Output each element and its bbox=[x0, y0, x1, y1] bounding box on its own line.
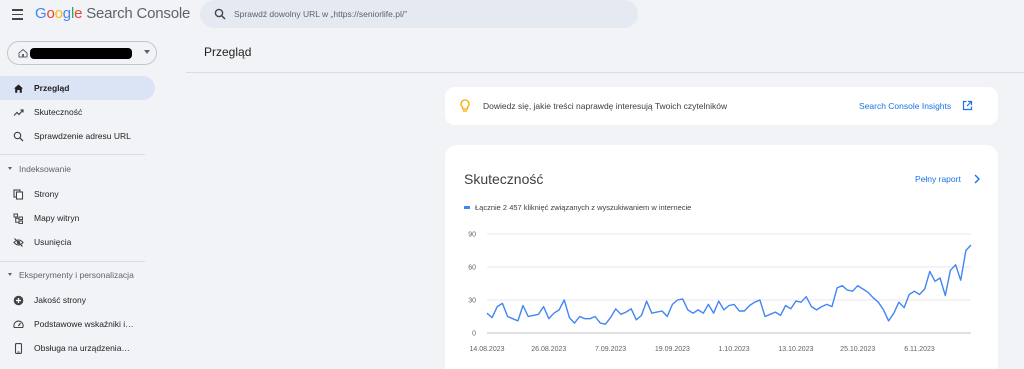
performance-title: Skuteczność bbox=[464, 171, 544, 187]
performance-card: Skuteczność Pełny raport Łącznie 2 457 k… bbox=[445, 145, 998, 369]
x-tick-label: 7.09.2023 bbox=[595, 346, 626, 353]
insights-message: Dowiedz się, jakie treści naprawdę inter… bbox=[483, 101, 728, 111]
sidebar-item-sitemaps[interactable]: Mapy witryn bbox=[0, 206, 155, 230]
sitemap-icon bbox=[13, 213, 23, 224]
sidebar-item-core-web-vitals[interactable]: Podstawowe wskaźniki i… bbox=[0, 312, 155, 336]
series-line-clicks bbox=[486, 244, 972, 325]
insights-card: Dowiedz się, jakie treści naprawdę inter… bbox=[445, 87, 998, 125]
y-tick-label: 30 bbox=[468, 298, 476, 305]
search-icon bbox=[214, 8, 226, 20]
lightbulb-icon bbox=[460, 99, 470, 112]
x-tick-label: 19.09.2023 bbox=[655, 346, 690, 353]
sidebar-divider bbox=[0, 154, 145, 155]
redacted-property-name bbox=[30, 48, 132, 59]
property-selector[interactable] bbox=[7, 41, 157, 65]
plus-circle-icon bbox=[13, 295, 24, 306]
y-tick-label: 90 bbox=[468, 232, 476, 239]
sidebar-item-label: Przegląd bbox=[34, 83, 70, 93]
title-divider bbox=[186, 72, 1024, 73]
section-header-indexing[interactable]: Indeksowanie bbox=[8, 164, 71, 174]
legend-swatch bbox=[464, 205, 470, 209]
sidebar-item-url-inspection[interactable]: Sprawdzenie adresu URL bbox=[0, 124, 155, 148]
legend-label: Łącznie 2 457 kliknięć związanych z wysz… bbox=[475, 203, 692, 212]
sidebar-item-removals[interactable]: Usunięcia bbox=[0, 230, 155, 254]
x-tick-label: 1.10.2023 bbox=[719, 346, 750, 353]
x-tick-label: 25.10.2023 bbox=[840, 346, 875, 353]
sidebar-item-mobile-usability[interactable]: Obsługa na urządzenia… bbox=[0, 336, 155, 360]
sidebar-item-label: Mapy witryn bbox=[34, 213, 80, 223]
sidebar-item-label: Skuteczność bbox=[34, 107, 83, 117]
collapse-icon bbox=[8, 273, 12, 277]
sidebar-item-label: Obsługa na urządzenia… bbox=[34, 343, 130, 353]
y-tick-label: 60 bbox=[468, 265, 476, 272]
clicks-chart: 0 30 60 90 14.08.2023 26.08.2023 7.09.2023 19.0… bbox=[468, 232, 972, 353]
sidebar-item-performance[interactable]: Skuteczność bbox=[0, 100, 155, 124]
x-tick-label: 14.08.2023 bbox=[469, 346, 504, 353]
chart-legend: Łącznie 2 457 kliknięć związanych z wysz… bbox=[464, 203, 691, 212]
phone-icon bbox=[14, 343, 23, 354]
sidebar-item-label: Usunięcia bbox=[34, 237, 72, 247]
sidebar-item-label: Sprawdzenie adresu URL bbox=[34, 131, 131, 141]
insights-link[interactable]: Search Console Insights bbox=[859, 101, 951, 111]
sidebar-item-label: Strony bbox=[34, 189, 59, 199]
speedometer-icon bbox=[13, 320, 24, 329]
app-logo[interactable]: Google Search Console bbox=[35, 5, 190, 22]
product-name: Search Console bbox=[86, 5, 191, 22]
eye-off-icon bbox=[13, 238, 24, 247]
trending-up-icon bbox=[13, 109, 24, 116]
sidebar-divider bbox=[0, 261, 145, 262]
x-tick-label: 13.10.2023 bbox=[778, 346, 813, 353]
x-tick-label: 26.08.2023 bbox=[531, 346, 566, 353]
section-header-experience[interactable]: Eksperymenty i personalizacja bbox=[8, 270, 134, 280]
search-input[interactable] bbox=[234, 4, 624, 24]
sidebar-item-page-experience[interactable]: Jakość strony bbox=[0, 288, 155, 312]
sidebar-item-label: Jakość strony bbox=[34, 295, 86, 305]
top-bar: Google Search Console bbox=[0, 0, 1024, 30]
home-icon bbox=[14, 84, 23, 93]
full-report-link[interactable]: Pełny raport bbox=[915, 174, 961, 184]
chevron-right-icon[interactable] bbox=[973, 174, 981, 184]
y-tick-label: 0 bbox=[472, 331, 476, 338]
pages-icon bbox=[13, 189, 24, 200]
sidebar-item-pages[interactable]: Strony bbox=[0, 182, 155, 206]
collapse-icon bbox=[8, 167, 12, 171]
chevron-down-icon bbox=[144, 50, 150, 54]
sidebar-item-overview[interactable]: Przegląd bbox=[0, 76, 155, 100]
search-icon bbox=[13, 131, 24, 142]
property-icon bbox=[18, 48, 28, 58]
menu-icon[interactable] bbox=[7, 4, 27, 24]
page-title: Przegląd bbox=[204, 45, 252, 59]
sidebar-item-label: Podstawowe wskaźniki i… bbox=[34, 319, 134, 329]
url-inspection-search[interactable] bbox=[200, 0, 638, 28]
x-tick-label: 6.11.2023 bbox=[904, 346, 935, 353]
open-in-new-icon[interactable] bbox=[962, 100, 973, 111]
